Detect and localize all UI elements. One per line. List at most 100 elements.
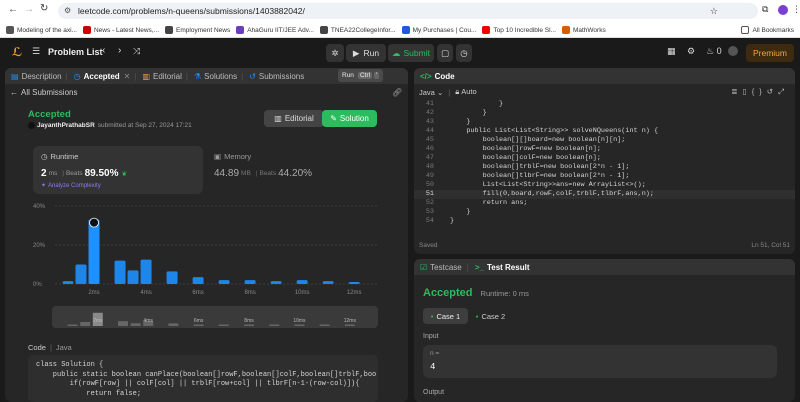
leetcode-logo-icon[interactable]: ℒ: [12, 45, 22, 59]
tab-description[interactable]: ▤ Description: [11, 72, 62, 81]
tab-code[interactable]: </> Code: [420, 72, 455, 81]
line-code: fill(0,board,rowF,colF,trblF,tlbrF,ans,n…: [450, 190, 654, 198]
x-tick-label: 10ms: [295, 290, 310, 296]
line-code: return ans;: [450, 199, 528, 207]
chart-bar: [75, 264, 87, 284]
editor-tabbar: </> Code: [414, 68, 795, 84]
problem-list-link[interactable]: Problem List: [48, 47, 103, 57]
tab-test-result[interactable]: >_ Test Result: [475, 263, 530, 272]
all-submissions-link[interactable]: ← All Submissions: [10, 88, 77, 97]
editor-line: 52 return ans;: [414, 199, 795, 208]
bookmark-label: Top 10 Incredible Sl...: [493, 26, 556, 34]
x-tick-label: 6ms: [192, 290, 203, 296]
shuffle-icon[interactable]: ⤨: [133, 46, 140, 57]
chevron-down-icon: ⌄: [436, 87, 444, 97]
tab-divider: |: [241, 71, 244, 81]
link-icon[interactable]: 🔗︎: [392, 88, 402, 97]
x-tick-label: 2ms: [88, 290, 99, 296]
runtime-label: ◷ Runtime: [41, 152, 79, 161]
line-number: 44: [425, 127, 434, 135]
submit-button[interactable]: ☁ Submit: [388, 44, 434, 62]
test-result-panel: ☑ Testcase | >_ Test Result Accepted Runti…: [414, 259, 795, 402]
reset-icon[interactable]: ↺: [767, 87, 778, 96]
next-problem-icon[interactable]: ›: [118, 45, 121, 56]
tab-divider: |: [134, 71, 137, 81]
x-tick-label: 4ms: [140, 290, 151, 296]
back-icon[interactable]: ←: [8, 4, 18, 15]
bookmark-item[interactable]: Top 10 Incredible Sl...: [482, 22, 556, 37]
avatar[interactable]: [778, 5, 788, 15]
bug-icon: ✲: [331, 47, 339, 58]
run-button[interactable]: ▶ Run: [346, 44, 386, 62]
bookmark-item[interactable]: Modeling of the axi...: [6, 22, 77, 37]
username-link[interactable]: JayanthPrathabSR: [37, 122, 95, 129]
auto-mode[interactable]: 🔒︎ Auto: [455, 87, 476, 97]
solution-button[interactable]: ✎ Solution: [322, 110, 377, 127]
format-icon[interactable]: ≣: [731, 87, 742, 96]
line-number: 54: [425, 217, 434, 225]
language-select[interactable]: Java ⌄: [419, 88, 443, 97]
menu-icon[interactable]: ⋮: [792, 4, 800, 15]
url-text: leetcode.com/problems/n-queens/submissio…: [78, 6, 305, 16]
extensions-icon[interactable]: ⧉: [762, 4, 768, 15]
star-icon[interactable]: ☆: [710, 3, 718, 19]
range-scrubber[interactable]: 2ms 4ms 6ms 8ms 10ms 12ms: [52, 306, 378, 328]
settings-gear-icon[interactable]: ⚙: [687, 46, 695, 57]
code-editor-panel: </> Code Java ⌄ | 🔒︎ Auto ≣▯{}↺⤢ 41 } 42 } 4…: [414, 68, 795, 254]
bookmark-item[interactable]: Employment News: [165, 22, 231, 37]
braces-icon[interactable]: {}: [752, 87, 767, 96]
bookmark-item[interactable]: My Purchases | Cou...: [401, 22, 476, 37]
bookmark-item[interactable]: AhaGuru IIT/JEE Adv...: [236, 22, 314, 37]
tab-submissions[interactable]: ↺ Submissions: [249, 72, 304, 81]
case-2-tab[interactable]: • Case 2: [468, 308, 513, 324]
bookmark-favicon-icon: [165, 26, 174, 34]
editorial-button[interactable]: ▥ Editorial: [264, 110, 324, 127]
memory-card[interactable]: ▣ Memory 44.89 MB | Beats 44.20%: [210, 146, 380, 194]
tab-accepted[interactable]: ◷ Accepted ✕: [74, 72, 131, 81]
mini-chart-bar: [168, 323, 179, 326]
timer-button[interactable]: ◷: [456, 44, 472, 62]
history-icon: ↺: [249, 71, 256, 81]
leetcode-nav: ℒ ☰ Problem List ‹ › ⤨ ✲ ▶ Run ☁ Submit ▢ …: [0, 38, 800, 66]
expand-icon[interactable]: ⤢: [778, 87, 789, 96]
url-bar[interactable]: ⚙ leetcode.com/problems/n-queens/submiss…: [58, 3, 758, 19]
bookmark-label: Modeling of the axi...: [17, 26, 77, 34]
premium-button[interactable]: Premium: [746, 44, 794, 62]
editor-toolbar: Java ⌄ | 🔒︎ Auto ≣▯{}↺⤢: [419, 87, 789, 97]
coins-counter[interactable]: ♨ 0: [706, 46, 722, 57]
arrow-left-icon: ←: [10, 88, 18, 97]
case-1-tab[interactable]: • Case 1: [423, 308, 468, 324]
tab-testcase[interactable]: ☑ Testcase: [420, 263, 462, 272]
runtime-card[interactable]: ◷ Runtime 2 ms | Beats 89.50% ❦ ✦ Analyze …: [33, 146, 203, 194]
lock-icon: 🔒︎: [455, 87, 460, 96]
bookmark-label: AhaGuru IIT/JEE Adv...: [247, 26, 314, 34]
editor-lines[interactable]: 41 } 42 } 43 } 44 public List<List<String>>…: [414, 100, 795, 226]
line-number: 49: [425, 172, 434, 180]
close-tab-icon[interactable]: ✕: [124, 72, 131, 81]
bookmark-icon[interactable]: ▯: [743, 87, 752, 96]
tab-editorial[interactable]: ▥ Editorial: [142, 72, 181, 81]
bookmark-label: Employment News: [176, 26, 231, 34]
debug-button[interactable]: ✲: [326, 44, 344, 62]
mini-chart-bar: [118, 321, 129, 326]
all-bookmarks[interactable]: All Bookmarks: [741, 22, 794, 37]
bookmark-item[interactable]: MathWorks: [561, 22, 606, 37]
list-icon[interactable]: ☰: [32, 46, 40, 57]
user-avatar[interactable]: [728, 46, 738, 56]
notes-button[interactable]: ▢: [437, 44, 453, 62]
editor-line: 48 boolean[]trblF=new boolean[2*n - 1];: [414, 163, 795, 172]
bookmark-item[interactable]: News - Latest News,...: [82, 22, 159, 37]
mini-chart-bar: [344, 324, 355, 326]
analyze-complexity-link[interactable]: ✦ Analyze Complexity: [41, 182, 101, 190]
bookmark-item[interactable]: TNEA22CollegeInfor...: [319, 22, 396, 37]
forward-icon[interactable]: →: [24, 4, 34, 15]
mini-x-tick-label: 2ms: [93, 318, 103, 324]
prev-problem-icon[interactable]: ‹: [102, 45, 105, 56]
submitted-code[interactable]: class Solution { public static boolean c…: [28, 355, 378, 402]
editor-line: 41 }: [414, 100, 795, 109]
site-info-icon[interactable]: ⚙: [64, 3, 71, 19]
tab-solutions[interactable]: ⚗ Solutions: [194, 72, 237, 81]
layout-icon[interactable]: ▦: [667, 46, 676, 57]
line-number: 42: [425, 109, 434, 117]
reload-icon[interactable]: ↻: [40, 3, 48, 14]
